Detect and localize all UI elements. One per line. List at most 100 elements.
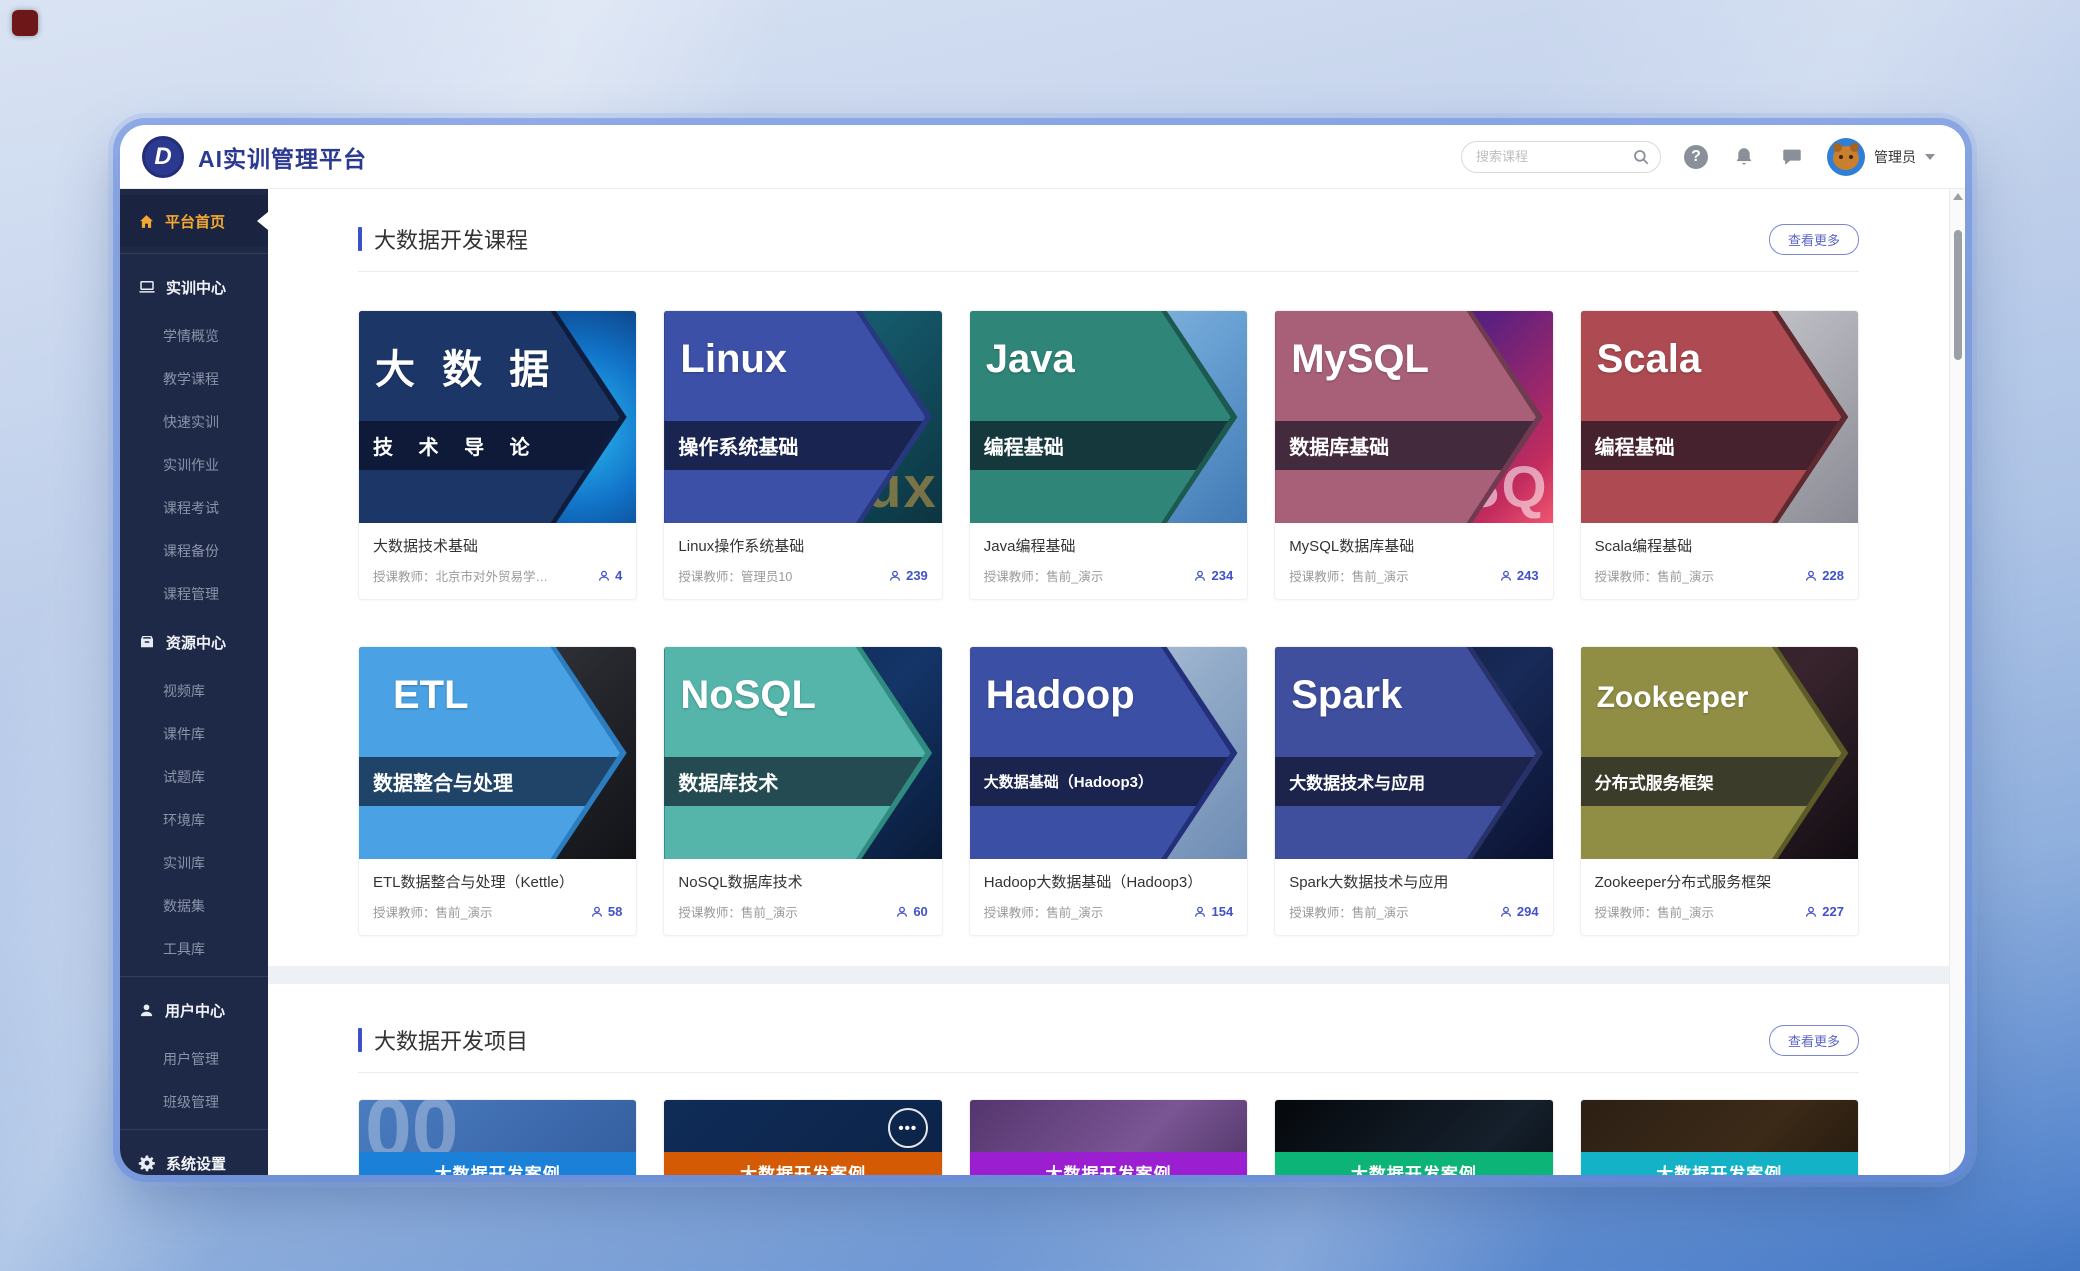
student-count: 228 [1804,568,1844,583]
course-cover: 大 数 据 技 术 导 论 [359,311,636,523]
scrollbar-thumb[interactable] [1954,230,1962,360]
sidebar-item[interactable]: 数据集 [120,884,268,927]
search-icon[interactable] [1632,148,1650,166]
sidebar-item[interactable]: 工具库 [120,927,268,970]
sidebar-item-home[interactable]: 平台首页 [120,195,268,247]
sidebar-divider [120,1129,268,1130]
course-card[interactable]: Linux Linux 操作系统基础 Linux操作系统基础 授 [663,310,942,600]
project-cover: ••• 大数据开发案例 [664,1100,941,1175]
project-card[interactable]: 大数据开发案例 [1274,1099,1553,1175]
sidebar-item[interactable]: 快速实训 [120,400,268,443]
app-window: D AI实训管理平台 ? [120,125,1965,1175]
project-cover: 大数据开发案例 [1275,1100,1552,1175]
student-count: 4 [597,568,622,583]
app-logo: D [142,136,184,178]
person-icon [590,905,604,919]
vertical-scrollbar[interactable] [1949,189,1965,1175]
project-card[interactable]: 00 大数据开发案例 [358,1099,637,1175]
course-teacher: 授课教师：售前_演示 [984,902,1103,921]
course-grid: 大 数 据 技 术 导 论 大数据技术基础 授课教师：北京市对外贸易学校教... [358,310,1859,936]
sidebar-item[interactable]: 学情概览 [120,314,268,357]
course-cover: NoSQL 数据库技术 [664,647,941,859]
course-card[interactable]: 大 数 据 技 术 导 论 大数据技术基础 授课教师：北京市对外贸易学校教... [358,310,637,600]
project-banner: 大数据开发案例 [1275,1152,1552,1175]
sidebar-item[interactable]: 环境库 [120,798,268,841]
sidebar-item[interactable]: 实训作业 [120,443,268,486]
section-bigdata-courses: 大数据开发课程 查看更多 大 数 据 [268,189,1949,966]
sidebar-item[interactable]: 课程管理 [120,572,268,615]
sidebar-item[interactable]: 试题库 [120,755,268,798]
course-card[interactable]: Spark 大数据技术与应用 Spark大数据技术与应用 授课教师：售前_演示 [1274,646,1553,936]
course-cover: Scala 编程基础 [1581,311,1858,523]
course-card[interactable]: Zookeeper 分布式服务框架 Zookeeper分布式服务框架 授课教师：… [1580,646,1859,936]
person-icon [1804,569,1818,583]
sidebar-section-user-center[interactable]: 用户中心 [120,983,268,1037]
cover-title: MySQL [1291,337,1502,382]
view-more-button[interactable]: 查看更多 [1769,1025,1859,1056]
project-cover: 00 大数据开发案例 [359,1100,636,1175]
sidebar-item[interactable]: 班级管理 [120,1080,268,1123]
sidebar-item[interactable]: 用户管理 [120,1037,268,1080]
sidebar-item[interactable]: 教学课程 [120,357,268,400]
brand: D AI实训管理平台 [142,136,367,178]
course-teacher: 授课教师：售前_演示 [1595,566,1714,585]
sidebar-section-training-center[interactable]: 实训中心 [120,260,268,314]
sidebar-item[interactable]: 视频库 [120,669,268,712]
course-title: Spark大数据技术与应用 [1289,871,1538,892]
laptop-icon [138,278,156,296]
course-card[interactable]: NoSQL 数据库技术 NoSQL数据库技术 授课教师：售前_演示 [663,646,942,936]
project-card[interactable]: ••• 大数据开发案例 [663,1099,942,1175]
sidebar-item[interactable]: 课件库 [120,712,268,755]
project-banner: 大数据开发案例 [1581,1152,1858,1175]
scroll-up-arrow-icon[interactable] [1953,193,1963,200]
cover-chevron: 大 数 据 技 术 导 论 [359,311,636,523]
sidebar-section-resource-center[interactable]: 资源中心 [120,615,268,669]
user-icon [138,1002,155,1019]
course-card[interactable]: Hadoop 大数据基础（Hadoop3） Hadoop大数据基础（Hadoop… [969,646,1248,936]
sidebar-section-label: 资源中心 [166,632,226,653]
title-accent-bar [358,227,362,251]
cover-title: Linux [680,337,891,382]
course-title: Hadoop大数据基础（Hadoop3） [984,871,1233,892]
project-card[interactable]: 大数据开发案例 [969,1099,1248,1175]
sidebar-section-label: 用户中心 [165,1000,225,1021]
course-title: Linux操作系统基础 [678,535,927,556]
help-icon[interactable]: ? [1683,144,1709,170]
sidebar-item[interactable]: 课程考试 [120,486,268,529]
sidebar-section-system-settings[interactable]: 系统设置 [120,1136,268,1175]
cover-chevron: Hadoop 大数据基础（Hadoop3） [970,647,1247,859]
course-card[interactable]: Java 编程基础 Java编程基础 授课教师：售前_演示 [969,310,1248,600]
user-menu[interactable]: 管理员 [1827,138,1935,176]
section-divider [358,271,1859,272]
sidebar-divider [120,976,268,977]
search-box [1461,141,1661,173]
gear-icon [138,1154,156,1172]
scroll-area: 大数据开发课程 查看更多 大 数 据 [268,189,1949,1175]
student-count: 154 [1193,904,1233,919]
course-title: Scala编程基础 [1595,535,1844,556]
archive-icon [138,633,156,651]
course-card[interactable]: Scala 编程基础 Scala编程基础 授课教师：售前_演示 [1580,310,1859,600]
bell-icon[interactable] [1731,144,1757,170]
sidebar-item-label: 平台首页 [165,211,225,232]
course-title: Java编程基础 [984,535,1233,556]
course-card[interactable]: MySQ MySQL 数据库基础 MySQL数据库基础 授课教师 [1274,310,1553,600]
course-card[interactable]: ETL 数据整合与处理 ETL数据整合与处理（Kettle） 授课教师：售前_演… [358,646,637,936]
sidebar-item[interactable]: 课程备份 [120,529,268,572]
home-icon [138,213,155,230]
cover-chevron: ETL 数据整合与处理 [359,647,636,859]
cover-title: Spark [1291,673,1502,718]
person-icon [597,569,611,583]
search-input[interactable] [1461,141,1661,173]
project-card[interactable]: 大数据开发案例 [1580,1099,1859,1175]
student-count: 58 [590,904,622,919]
sidebar-item[interactable]: 实训库 [120,841,268,884]
header: D AI实训管理平台 ? [120,125,1965,189]
chat-icon[interactable] [1779,144,1805,170]
project-banner: 大数据开发案例 [970,1152,1247,1175]
course-teacher: 授课教师：售前_演示 [678,902,797,921]
section-title: 大数据开发课程 [358,223,528,255]
view-more-button[interactable]: 查看更多 [1769,224,1859,255]
sidebar-section-label: 实训中心 [166,277,226,298]
course-title: Zookeeper分布式服务框架 [1595,871,1844,892]
